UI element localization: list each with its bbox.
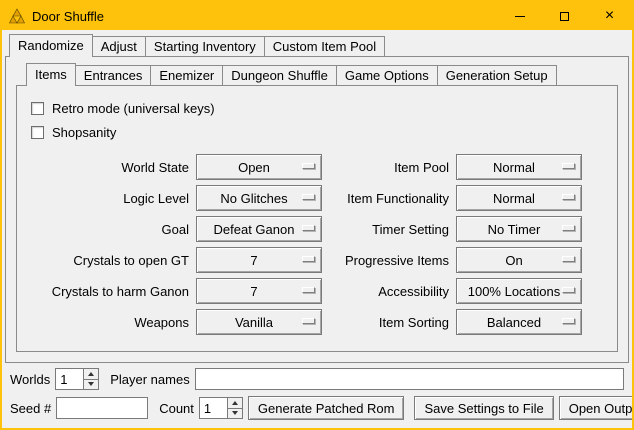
retro-mode-label: Retro mode (universal keys): [52, 101, 215, 116]
window: Door Shuffle × Randomize Adjust Starting…: [0, 0, 634, 430]
worlds-label: Worlds: [10, 372, 50, 387]
item-sorting-dropdown[interactable]: Balanced: [456, 309, 582, 335]
tab-game-options[interactable]: Game Options: [336, 65, 438, 85]
world-state-label: World State: [29, 160, 189, 175]
items-pane: Retro mode (universal keys) Shopsanity W…: [16, 85, 618, 352]
tab-enemizer[interactable]: Enemizer: [150, 65, 223, 85]
dropdown-indicator-icon: [302, 318, 315, 324]
crystals-harm-ganon-label: Crystals to harm Ganon: [29, 284, 189, 299]
bottom-bar: Worlds Player names Seed # Count: [5, 363, 629, 425]
tab-adjust[interactable]: Adjust: [92, 36, 146, 56]
crystals-open-gt-dropdown[interactable]: 7: [196, 247, 322, 273]
dropdown-indicator-icon: [562, 318, 575, 324]
dropdown-indicator-icon: [302, 225, 315, 231]
weapons-dropdown[interactable]: Vanilla: [196, 309, 322, 335]
count-input[interactable]: [199, 397, 227, 419]
tab-custom-item-pool[interactable]: Custom Item Pool: [264, 36, 385, 56]
tab-items[interactable]: Items: [26, 63, 76, 86]
progressive-items-label: Progressive Items: [329, 253, 449, 268]
count-stepper: [199, 397, 243, 419]
seed-input[interactable]: [56, 397, 148, 419]
worlds-input[interactable]: [55, 368, 83, 390]
maximize-icon: [560, 12, 569, 21]
close-icon: ×: [605, 8, 614, 24]
generate-patched-rom-button[interactable]: Generate Patched Rom: [248, 396, 405, 420]
item-pool-label: Item Pool: [329, 160, 449, 175]
worlds-down-button[interactable]: [83, 380, 99, 391]
dropdown-indicator-icon: [302, 287, 315, 293]
arrow-down-icon: [88, 382, 94, 386]
options-grid: World State Open Item Pool Normal Logic …: [29, 154, 605, 335]
open-output-directory-button[interactable]: Open Output Directory: [559, 396, 634, 420]
worlds-stepper: [55, 368, 99, 390]
tab-randomize[interactable]: Randomize: [9, 34, 93, 57]
window-body: Randomize Adjust Starting Inventory Cust…: [2, 30, 632, 428]
close-button[interactable]: ×: [587, 2, 632, 30]
world-state-dropdown[interactable]: Open: [196, 154, 322, 180]
shopsanity-checkbox[interactable]: [31, 126, 44, 139]
crystals-open-gt-label: Crystals to open GT: [29, 253, 189, 268]
dropdown-indicator-icon: [562, 225, 575, 231]
inner-tab-bar: Items Entrances Enemizer Dungeon Shuffle…: [16, 63, 618, 85]
goal-label: Goal: [29, 222, 189, 237]
retro-mode-checkbox-row: Retro mode (universal keys): [31, 96, 605, 120]
seed-label: Seed #: [10, 401, 51, 416]
dropdown-indicator-icon: [562, 287, 575, 293]
timer-setting-dropdown[interactable]: No Timer: [456, 216, 582, 242]
arrow-up-icon: [88, 372, 94, 376]
shopsanity-label: Shopsanity: [52, 125, 116, 140]
item-functionality-label: Item Functionality: [329, 191, 449, 206]
save-settings-button[interactable]: Save Settings to File: [414, 396, 553, 420]
retro-mode-checkbox[interactable]: [31, 102, 44, 115]
tab-starting-inventory[interactable]: Starting Inventory: [145, 36, 265, 56]
progressive-items-dropdown[interactable]: On: [456, 247, 582, 273]
dropdown-indicator-icon: [562, 194, 575, 200]
arrow-down-icon: [232, 411, 238, 415]
window-title: Door Shuffle: [25, 9, 104, 24]
accessibility-label: Accessibility: [329, 284, 449, 299]
dropdown-indicator-icon: [562, 163, 575, 169]
tab-generation-setup[interactable]: Generation Setup: [437, 65, 557, 85]
player-names-label: Player names: [110, 372, 189, 387]
player-names-input[interactable]: [195, 368, 624, 390]
titlebar: Door Shuffle ×: [2, 2, 632, 30]
outer-tab-bar: Randomize Adjust Starting Inventory Cust…: [5, 34, 629, 56]
seed-row: Seed # Count Generate Patched Rom Save S…: [10, 396, 624, 420]
shopsanity-checkbox-row: Shopsanity: [31, 120, 605, 144]
item-sorting-label: Item Sorting: [329, 315, 449, 330]
arrow-up-icon: [232, 401, 238, 405]
timer-setting-label: Timer Setting: [329, 222, 449, 237]
weapons-label: Weapons: [29, 315, 189, 330]
goal-dropdown[interactable]: Defeat Ganon: [196, 216, 322, 242]
logic-level-dropdown[interactable]: No Glitches: [196, 185, 322, 211]
crystals-harm-ganon-dropdown[interactable]: 7: [196, 278, 322, 304]
accessibility-dropdown[interactable]: 100% Locations: [456, 278, 582, 304]
logic-level-label: Logic Level: [29, 191, 189, 206]
worlds-up-button[interactable]: [83, 368, 99, 380]
tab-entrances[interactable]: Entrances: [75, 65, 152, 85]
item-pool-dropdown[interactable]: Normal: [456, 154, 582, 180]
count-label: Count: [159, 401, 194, 416]
randomize-pane: Items Entrances Enemizer Dungeon Shuffle…: [5, 56, 629, 363]
item-functionality-dropdown[interactable]: Normal: [456, 185, 582, 211]
count-down-button[interactable]: [227, 409, 243, 420]
worlds-row: Worlds Player names: [10, 367, 624, 391]
maximize-button[interactable]: [542, 2, 587, 30]
tab-dungeon-shuffle[interactable]: Dungeon Shuffle: [222, 65, 337, 85]
app-icon: [9, 8, 25, 24]
dropdown-indicator-icon: [302, 256, 315, 262]
minimize-icon: [515, 16, 525, 17]
count-up-button[interactable]: [227, 397, 243, 409]
dropdown-indicator-icon: [302, 163, 315, 169]
dropdown-indicator-icon: [562, 256, 575, 262]
dropdown-indicator-icon: [302, 194, 315, 200]
minimize-button[interactable]: [497, 2, 542, 30]
